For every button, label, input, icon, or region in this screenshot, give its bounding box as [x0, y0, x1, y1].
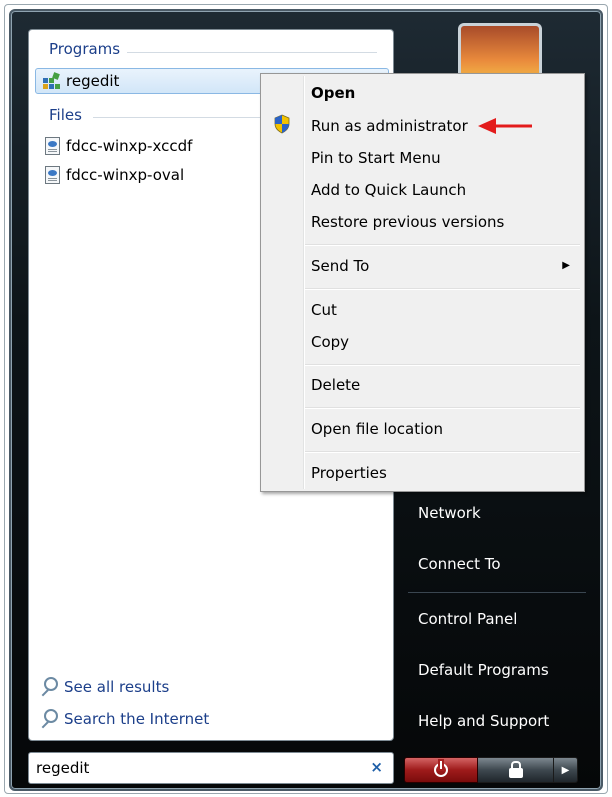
search-icon — [38, 709, 58, 729]
right-item-help-and-support[interactable]: Help and Support — [418, 712, 549, 730]
menu-separator — [305, 244, 580, 245]
file-result-oval[interactable]: fdcc-winxp-oval — [45, 163, 184, 187]
shutdown-options-button[interactable]: ▶ — [554, 757, 578, 783]
menu-item-open[interactable]: Open — [311, 84, 355, 102]
chevron-right-icon: ▶ — [561, 764, 570, 776]
programs-section-header: Programs — [49, 40, 120, 58]
file-result-xccdf[interactable]: fdcc-winxp-xccdf — [45, 134, 192, 158]
see-all-results-link[interactable]: See all results — [38, 677, 169, 697]
clear-search-icon[interactable]: × — [370, 758, 383, 776]
right-item-control-panel[interactable]: Control Panel — [418, 610, 517, 628]
submenu-arrow-icon: ▶ — [562, 260, 570, 271]
lock-icon — [508, 760, 523, 778]
power-icon — [434, 761, 448, 777]
menu-separator — [305, 451, 580, 452]
menu-item-cut[interactable]: Cut — [311, 301, 337, 319]
power-button[interactable] — [404, 757, 478, 783]
menu-item-run-as-administrator[interactable]: Run as administrator — [311, 117, 468, 135]
search-input[interactable]: regedit × — [28, 752, 394, 784]
power-button-group: ▶ — [404, 757, 578, 783]
lock-button[interactable] — [478, 757, 554, 783]
annotation-arrow-icon — [478, 118, 532, 134]
menu-separator — [305, 407, 580, 408]
menu-separator — [305, 364, 580, 365]
search-internet-link[interactable]: Search the Internet — [38, 709, 209, 729]
file-result-label: fdcc-winxp-oval — [66, 166, 185, 184]
right-item-network[interactable]: Network — [418, 504, 481, 522]
files-section-header: Files — [49, 106, 82, 124]
search-icon — [38, 677, 58, 697]
uac-shield-icon — [274, 114, 290, 134]
see-all-results-label: See all results — [64, 678, 170, 696]
menu-item-restore-previous-versions[interactable]: Restore previous versions — [311, 213, 504, 231]
context-menu-gutter — [303, 76, 304, 489]
menu-item-pin-to-start-menu[interactable]: Pin to Start Menu — [311, 149, 441, 167]
right-pane-divider — [408, 592, 586, 593]
search-input-value: regedit — [36, 759, 90, 777]
file-result-label: fdcc-winxp-xccdf — [66, 137, 193, 155]
program-result-label: regedit — [66, 72, 120, 90]
files-header-rule — [93, 117, 263, 118]
menu-item-properties[interactable]: Properties — [311, 464, 387, 482]
search-internet-label: Search the Internet — [64, 710, 210, 728]
document-icon — [45, 166, 60, 184]
files-header-label: Files — [49, 106, 82, 124]
menu-item-open-file-location[interactable]: Open file location — [311, 420, 443, 438]
right-item-connect-to[interactable]: Connect To — [418, 555, 501, 573]
menu-item-copy[interactable]: Copy — [311, 333, 349, 351]
programs-header-label: Programs — [49, 40, 121, 58]
menu-separator — [305, 288, 580, 289]
right-item-default-programs[interactable]: Default Programs — [418, 661, 549, 679]
menu-item-delete[interactable]: Delete — [311, 376, 360, 394]
menu-item-add-to-quick-launch[interactable]: Add to Quick Launch — [311, 181, 466, 199]
programs-header-rule — [127, 52, 377, 53]
document-icon — [45, 137, 60, 155]
menu-item-send-to[interactable]: Send To — [311, 257, 369, 275]
regedit-icon — [43, 72, 60, 89]
context-menu: Open Run as administrator Pin to Start M… — [260, 73, 585, 492]
